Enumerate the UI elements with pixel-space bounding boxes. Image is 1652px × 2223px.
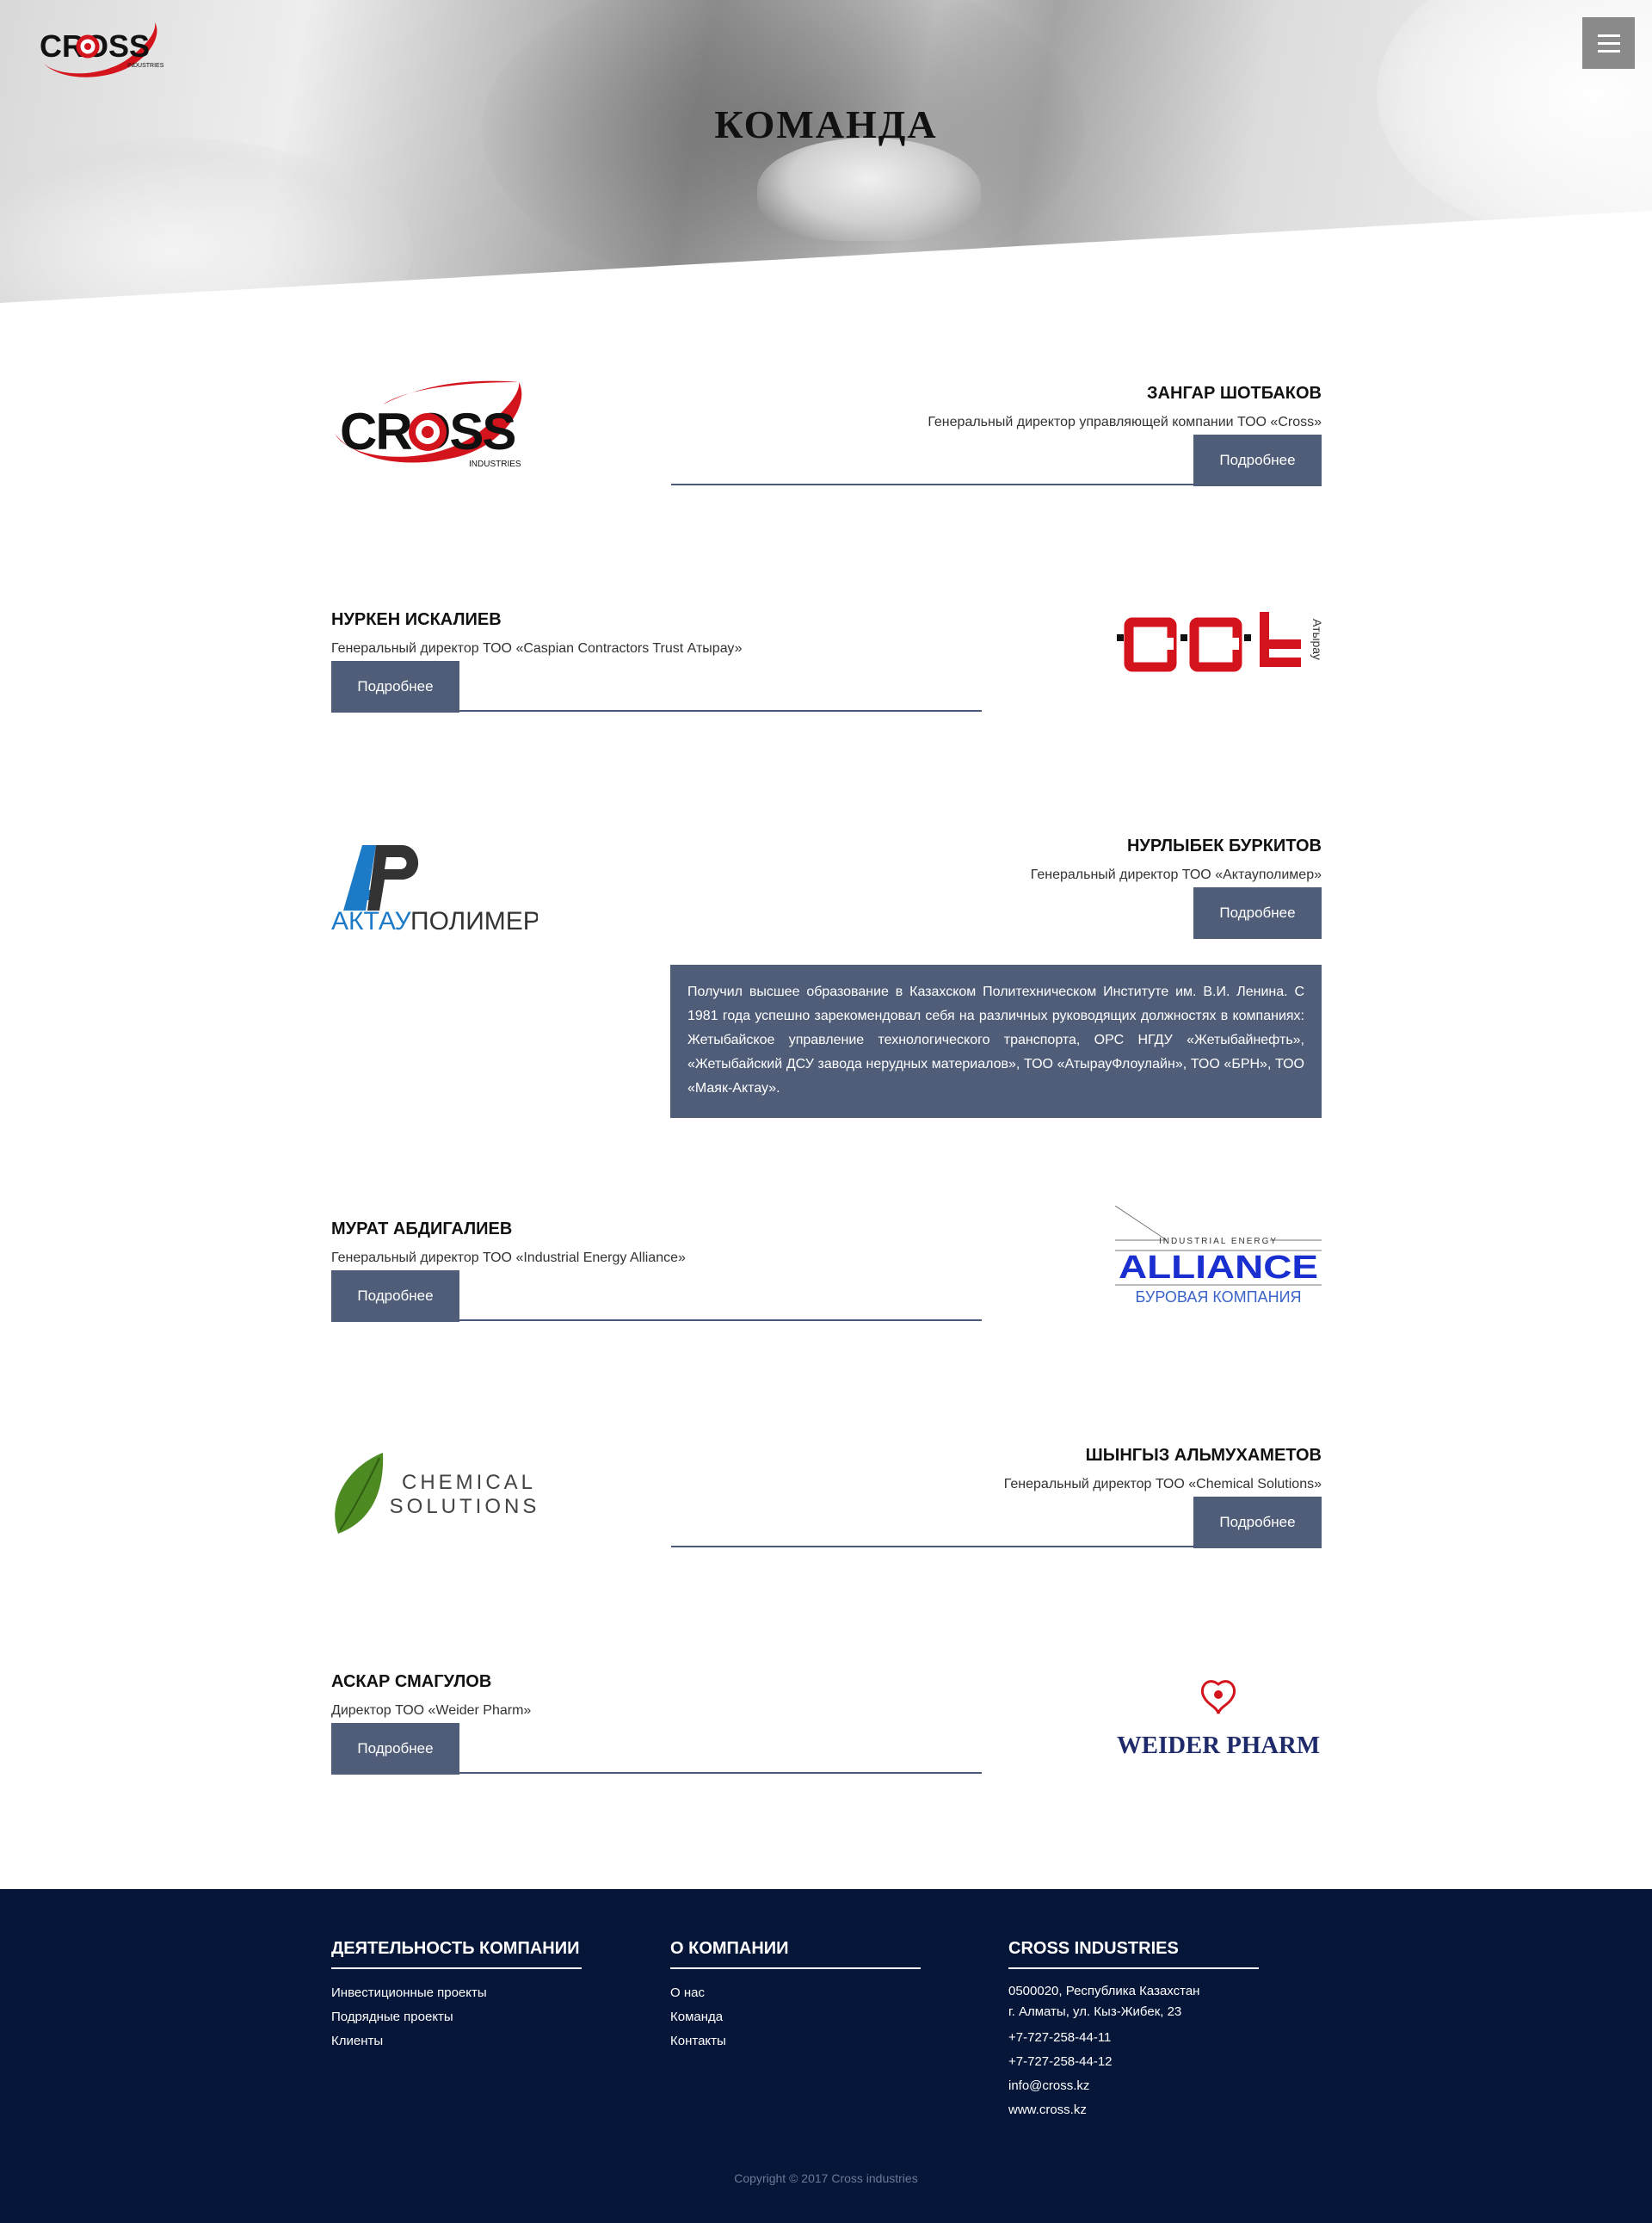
footer-phone-link[interactable]: +7-727-258-44-12 (1008, 2050, 1267, 2074)
footer-link-about[interactable]: О нас (670, 1981, 928, 2005)
header-logo[interactable]: CROSS INDUSTRIES (34, 15, 168, 77)
footer-email-link[interactable]: info@cross.kz (1008, 2074, 1267, 2098)
footer-heading: CROSS INDUSTRIES (1008, 1939, 1259, 1969)
team-member-card: АСКАР СМАГУЛОВ Директор ТОО «Weider Phar… (331, 1658, 1322, 1813)
footer: ДЕЯТЕЛЬНОСТЬ КОМПАНИИ Инвестиционные про… (0, 1889, 1652, 2223)
member-name: ШЫНГЫЗ АЛЬМУХАМЕТОВ (1085, 1446, 1322, 1465)
member-bio-panel: Получил высшее образование в Казахском П… (670, 965, 1322, 1118)
member-name: НУРЛЫБЕК БУРКИТОВ (1126, 837, 1322, 855)
more-button[interactable]: Подробнее (331, 1723, 459, 1775)
member-name: НУРКЕН ИСКАЛИЕВ (331, 610, 502, 629)
footer-column-contacts: CROSS INDUSTRIES 0500020, Республика Каз… (1008, 1939, 1267, 2122)
member-role: Генеральный директор ТОО «Chemical Solut… (1003, 1477, 1322, 1491)
hamburger-icon (1598, 34, 1620, 37)
svg-text:INDUSTRIES: INDUSTRIES (127, 63, 164, 69)
svg-text:CHEMICAL: CHEMICAL (402, 1471, 536, 1494)
cct-atyrau-logo: Атырау (1117, 612, 1322, 672)
svg-text:WEIDER PHARM: WEIDER PHARM (1117, 1732, 1320, 1759)
member-role: Директор ТОО «Weider Pharm» (331, 1703, 532, 1718)
footer-column-company: О КОМПАНИИ О нас Команда Контакты (670, 1939, 928, 2053)
member-name: МУРАТ АБДИГАЛИЕВ (331, 1220, 513, 1238)
footer-link-investment-projects[interactable]: Инвестиционные проекты (331, 1981, 589, 2005)
team-member-card: CHEMICAL SOLUTIONS ШЫНГЫЗ АЛЬМУХАМЕТОВ Г… (331, 1432, 1322, 1587)
member-name: АСКАР СМАГУЛОВ (331, 1672, 492, 1691)
svg-text:БУРОВАЯ КОМПАНИЯ: БУРОВАЯ КОМПАНИЯ (1135, 1288, 1301, 1306)
team-member-card: CROSS INDUSTRIES ЗАНГАР ШОТБАКОВ Генерал… (331, 370, 1322, 525)
footer-link-clients[interactable]: Клиенты (331, 2029, 589, 2053)
hero-slant-divider (0, 211, 1652, 310)
chemical-solutions-logo: CHEMICAL SOLUTIONS (335, 1453, 538, 1534)
hamburger-menu-button[interactable] (1582, 17, 1635, 69)
svg-text:Атырау: Атырау (1310, 619, 1322, 660)
more-button[interactable]: Подробнее (1193, 1497, 1322, 1548)
more-button[interactable]: Подробнее (1193, 887, 1322, 939)
svg-text:INDUSTRIES: INDUSTRIES (469, 460, 521, 469)
more-button[interactable]: Подробнее (331, 1270, 459, 1322)
member-name: ЗАНГАР ШОТБАКОВ (1147, 384, 1322, 403)
team-member-card: МУРАТ АБДИГАЛИЕВ Генеральный директор ТО… (331, 1206, 1322, 1361)
team-member-card: АКТАУ ПОЛИМЕР НУРЛЫБЕК БУРКИТОВ Генераль… (331, 823, 1322, 978)
svg-text:INDUSTRIAL ENERGY: INDUSTRIAL ENERGY (1159, 1237, 1278, 1246)
member-role: Генеральный директор управляющей компани… (928, 415, 1322, 429)
more-button[interactable]: Подробнее (1193, 435, 1322, 486)
footer-heading: О КОМПАНИИ (670, 1939, 921, 1969)
member-role: Генеральный директор ТОО «Актауполимер» (1030, 868, 1322, 882)
svg-text:ПОЛИМЕР: ПОЛИМЕР (410, 907, 538, 935)
footer-link-contacts[interactable]: Контакты (670, 2029, 928, 2053)
more-button[interactable]: Подробнее (331, 661, 459, 713)
footer-website-link[interactable]: www.cross.kz (1008, 2098, 1267, 2122)
footer-column-activities: ДЕЯТЕЛЬНОСТЬ КОМПАНИИ Инвестиционные про… (331, 1939, 589, 2053)
aktaupolymer-logo: АКТАУ ПОЛИМЕР (331, 845, 538, 935)
footer-address-line: 0500020, Республика Казахстан (1008, 1984, 1200, 1998)
hero-banner (0, 0, 1652, 310)
copyright-text: Copyright © 2017 Cross industries (734, 2171, 918, 2185)
team-member-card: НУРКЕН ИСКАЛИЕВ Генеральный директор ТОО… (331, 596, 1322, 751)
footer-address-line: г. Алматы, ул. Кыз-Жибек, 23 (1008, 2004, 1182, 2019)
footer-link-contract-projects[interactable]: Подрядные проекты (331, 2005, 589, 2029)
svg-text:SOLUTIONS: SOLUTIONS (390, 1495, 538, 1518)
member-role: Генеральный директор ТОО «Industrial Ene… (331, 1250, 686, 1265)
footer-heading: ДЕЯТЕЛЬНОСТЬ КОМПАНИИ (331, 1939, 582, 1969)
footer-phone-link[interactable]: +7-727-258-44-11 (1008, 2026, 1267, 2050)
member-role: Генеральный директор ТОО «Caspian Contra… (331, 641, 743, 656)
weider-pharm-logo: WEIDER PHARM (1117, 1680, 1320, 1759)
svg-text:ALLIANCE: ALLIANCE (1119, 1250, 1318, 1286)
cross-industries-logo: CROSS INDUSTRIES (335, 380, 522, 469)
footer-link-team[interactable]: Команда (670, 2005, 928, 2029)
page-title: КОМАНДА (714, 102, 938, 146)
svg-text:АКТАУ: АКТАУ (331, 907, 412, 935)
industrial-energy-alliance-logo: INDUSTRIAL ENERGY ALLIANCE БУРОВАЯ КОМПА… (1115, 1206, 1322, 1306)
